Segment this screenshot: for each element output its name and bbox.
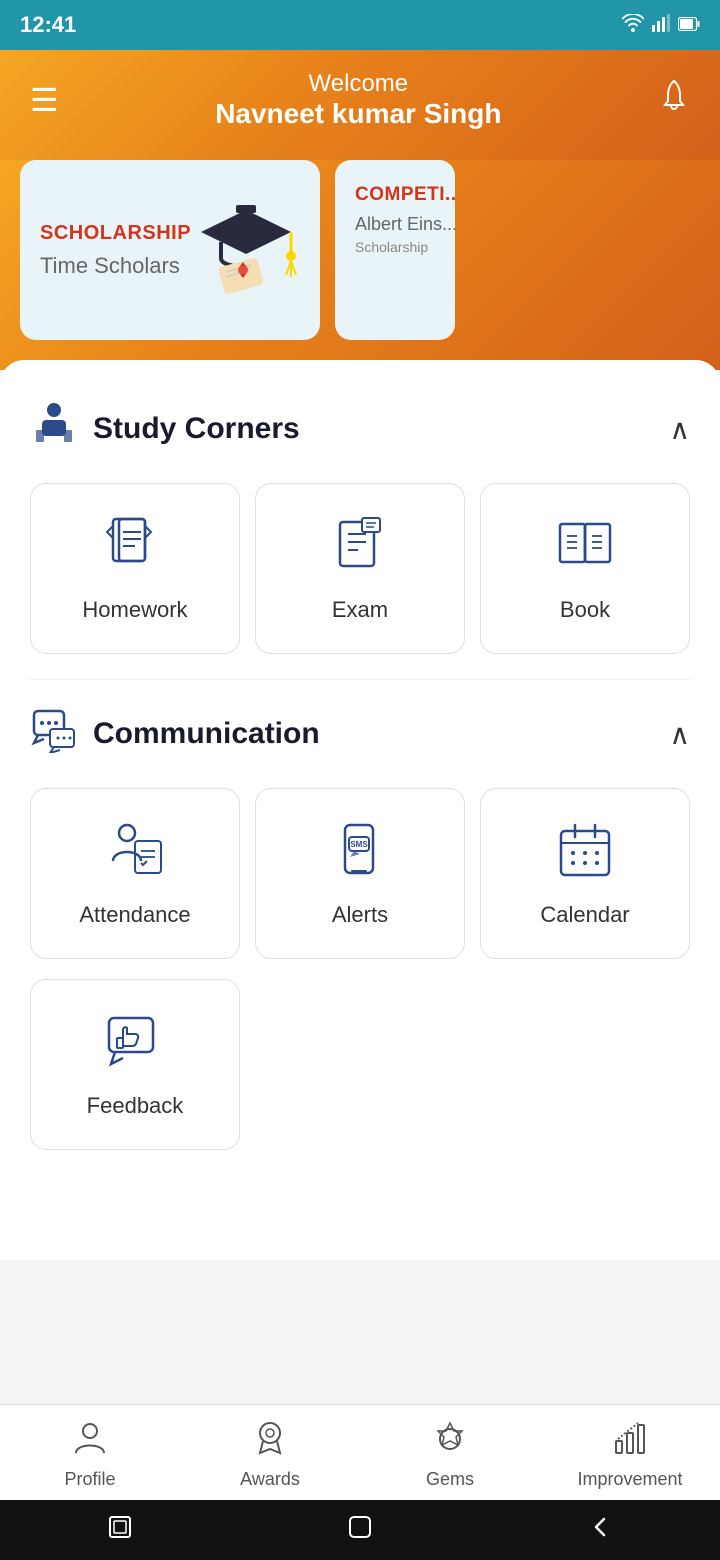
scholarship-image [191, 190, 301, 311]
alerts-label: Alerts [332, 902, 388, 928]
extra-grid: Feedback [0, 979, 720, 1170]
android-recents-btn[interactable] [106, 1513, 134, 1548]
section-divider-1 [30, 679, 690, 680]
svg-text:SMS: SMS [350, 840, 368, 849]
attendance-icon [105, 819, 165, 884]
card-subtitle-2: Albert Eins... [355, 214, 435, 235]
exam-icon [330, 514, 390, 579]
wifi-icon [622, 14, 644, 37]
study-corners-chevron[interactable]: ∧ [670, 413, 691, 446]
exam-item[interactable]: Exam [255, 483, 465, 654]
nav-profile[interactable]: Profile [0, 1419, 180, 1490]
feedback-item[interactable]: Feedback [30, 979, 240, 1150]
battery-icon [678, 15, 700, 36]
gems-nav-label: Gems [426, 1469, 474, 1490]
android-back-btn[interactable] [586, 1513, 614, 1548]
user-name: Navneet kumar Singh [59, 98, 658, 130]
calendar-icon [555, 819, 615, 884]
android-nav-bar [0, 1500, 720, 1560]
profile-nav-label: Profile [64, 1469, 115, 1490]
attendance-item[interactable]: Attendance [30, 788, 240, 959]
attendance-label: Attendance [79, 902, 190, 928]
improvement-nav-icon [612, 1419, 648, 1463]
communication-header: Communication ∧ [0, 685, 720, 778]
scholarship-card[interactable]: SCHOLARSHIP Time Scholars [20, 160, 320, 340]
header-center: Welcome Navneet kumar Singh [59, 70, 658, 130]
calendar-item[interactable]: Calendar [480, 788, 690, 959]
alerts-item[interactable]: SMS Alerts [255, 788, 465, 959]
feedback-label: Feedback [87, 1093, 184, 1119]
status-time: 12:41 [20, 12, 76, 38]
status-bar: 12:41 [0, 0, 720, 50]
nav-improvement[interactable]: Improvement [540, 1419, 720, 1490]
communication-chevron[interactable]: ∧ [670, 718, 691, 751]
feedback-icon [105, 1010, 165, 1075]
book-icon [555, 514, 615, 579]
exam-label: Exam [332, 597, 388, 623]
awards-nav-label: Awards [240, 1469, 300, 1490]
nav-awards[interactable]: Awards [180, 1419, 360, 1490]
alerts-icon: SMS [330, 819, 390, 884]
card-type-1: SCHOLARSHIP [40, 222, 191, 245]
competition-card[interactable]: COMPETI... Albert Eins... Scholarship [335, 160, 455, 340]
communication-title: Communication [93, 717, 320, 751]
improvement-nav-label: Improvement [577, 1469, 682, 1490]
card-type-2: COMPETI... [355, 184, 435, 206]
profile-nav-icon [72, 1419, 108, 1463]
homework-label: Homework [82, 597, 187, 623]
homework-icon [105, 514, 165, 579]
card-subtitle-1: Time Scholars [40, 253, 191, 279]
calendar-label: Calendar [540, 902, 629, 928]
header: ☰ Welcome Navneet kumar Singh [0, 50, 720, 160]
notification-bell[interactable] [658, 79, 690, 121]
android-home-btn[interactable] [346, 1513, 374, 1548]
welcome-text: Welcome [59, 70, 658, 98]
study-corners-icon [30, 400, 78, 458]
communication-grid: Attendance SMS Alerts [0, 778, 720, 979]
study-corners-header: Study Corners ∧ [0, 380, 720, 473]
homework-item[interactable]: Homework [30, 483, 240, 654]
communication-icon [30, 705, 78, 763]
study-corners-grid: Homework Exam [0, 473, 720, 674]
nav-gems[interactable]: Gems [360, 1419, 540, 1490]
hamburger-menu[interactable]: ☰ [30, 81, 59, 119]
book-label: Book [560, 597, 610, 623]
study-corners-title: Study Corners [93, 412, 300, 446]
gems-nav-icon [432, 1419, 468, 1463]
status-icons [622, 14, 700, 37]
cards-row: SCHOLARSHIP Time Scholars [20, 160, 700, 340]
main-content: Study Corners ∧ Homework [0, 360, 720, 1260]
awards-nav-icon [252, 1419, 288, 1463]
signal-icon [652, 14, 670, 37]
bottom-nav: Profile Awards Gems [0, 1404, 720, 1500]
cards-section: SCHOLARSHIP Time Scholars [0, 160, 720, 370]
book-item[interactable]: Book [480, 483, 690, 654]
